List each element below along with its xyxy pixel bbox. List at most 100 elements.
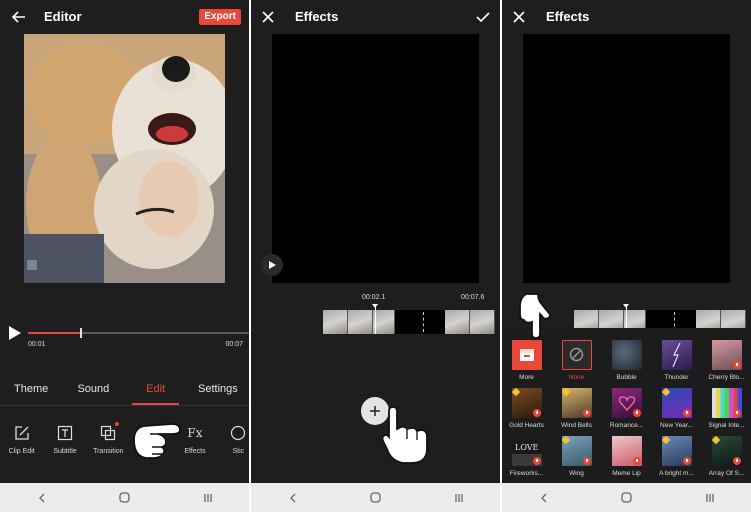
current-time: 00:01: [28, 341, 46, 348]
effect-label: Cherry Blo...: [708, 374, 745, 381]
nav-recents-icon[interactable]: [439, 483, 479, 512]
seek-slider[interactable]: [28, 328, 249, 338]
effect-thumbnail: [561, 388, 592, 418]
new-badge: [115, 422, 120, 426]
play-icon[interactable]: [261, 254, 283, 276]
playhead[interactable]: [375, 306, 376, 334]
effect-label: More: [519, 374, 534, 381]
effect-fireworks[interactable]: LOVE Fireworks...: [502, 436, 551, 484]
subtitle-button[interactable]: Subtitle: [43, 422, 86, 462]
clip-edit-label: Clip Edit: [8, 448, 35, 455]
nav-recents-icon[interactable]: [188, 483, 228, 512]
timeline-thumb: [373, 310, 395, 334]
tab-theme[interactable]: Theme: [0, 377, 62, 405]
effect-thunder[interactable]: Thunder: [652, 340, 701, 388]
premium-star-icon: [661, 388, 670, 397]
nav-back-icon[interactable]: [22, 483, 62, 512]
clip-edit-button[interactable]: Clip Edit: [0, 422, 43, 462]
effects-grid: More None Bubble Thunder Cherry Blo... G…: [502, 328, 751, 483]
effect-new-year[interactable]: New Year...: [652, 388, 701, 436]
tab-settings[interactable]: Settings: [187, 377, 249, 405]
system-nav-bar: [502, 483, 751, 512]
nav-home-icon[interactable]: [607, 483, 647, 512]
effects-header: Effects: [502, 0, 751, 34]
total-time: 00:07.6: [461, 294, 485, 301]
sticker-button[interactable]: Stic: [217, 422, 249, 462]
transition-icon: [97, 422, 120, 444]
pointing-hand-icon: [381, 406, 428, 464]
download-icon: [582, 457, 591, 465]
effect-label: Meme Lip: [612, 470, 641, 477]
close-icon[interactable]: [251, 0, 285, 34]
system-nav-bar: [0, 483, 249, 512]
play-icon[interactable]: [6, 324, 24, 342]
export-button[interactable]: Export: [199, 9, 241, 25]
seek-progress: [28, 332, 82, 334]
effect-signal-interference[interactable]: Signal Inte...: [702, 388, 751, 436]
effect-label: Romance...: [609, 422, 644, 429]
seek-handle[interactable]: [80, 328, 83, 338]
clip-timeline[interactable]: [323, 310, 500, 334]
pointing-hand-icon: [133, 423, 181, 459]
effect-wing[interactable]: Wing: [552, 436, 601, 484]
dog-plush-picture: [24, 34, 225, 283]
effect-more[interactable]: More: [502, 340, 551, 388]
effect-thumbnail: [561, 436, 592, 466]
effect-thumbnail: LOVE: [511, 436, 542, 466]
playhead-marker-icon: [623, 304, 629, 308]
effect-label: Gold Hearts: [509, 422, 544, 429]
nav-back-icon[interactable]: [524, 483, 564, 512]
pointing-hand-icon: [519, 293, 551, 339]
effect-thumbnail: [711, 340, 742, 370]
nav-back-icon[interactable]: [273, 483, 313, 512]
video-frame: [24, 34, 225, 283]
effect-thumbnail: [661, 340, 692, 370]
checkmark-icon[interactable]: [466, 0, 500, 34]
premium-star-icon: [711, 436, 720, 445]
video-preview[interactable]: [523, 34, 730, 283]
transition-button[interactable]: Transition: [87, 422, 130, 462]
clip-edit-icon: [11, 422, 33, 444]
effect-wind-bells[interactable]: Wind Bells: [552, 388, 601, 436]
effect-label: Array Of S...: [708, 470, 745, 477]
timeline-thumb: [348, 310, 373, 334]
editor-screen: Editor Export 00:01 00:07 Theme Sound Ed…: [0, 0, 249, 512]
effects-timeline-screen: Effects 00:02.1 00:07.6: [251, 0, 500, 512]
premium-star-icon: [561, 388, 570, 397]
effect-label: Thunder: [664, 374, 689, 381]
tab-edit[interactable]: Edit: [125, 377, 187, 405]
effect-thumbnail: [511, 388, 542, 418]
effect-thumbnail: [611, 340, 642, 370]
video-preview[interactable]: [0, 34, 249, 284]
nav-recents-icon[interactable]: [690, 483, 730, 512]
subtitle-icon: [54, 422, 76, 444]
effect-none[interactable]: None: [552, 340, 601, 388]
total-time: 00:07: [225, 341, 243, 348]
tab-sound[interactable]: Sound: [62, 377, 124, 405]
effect-gold-hearts[interactable]: Gold Hearts: [502, 388, 551, 436]
effect-thumbnail: [661, 436, 692, 466]
effect-thumbnail: [711, 436, 742, 466]
nav-home-icon[interactable]: [356, 483, 396, 512]
effect-meme-lip[interactable]: Meme Lip: [602, 436, 651, 484]
download-icon: [682, 457, 691, 465]
download-icon: [732, 457, 741, 465]
download-icon: [732, 409, 741, 417]
tab-divider: [0, 405, 249, 406]
effects-picker-screen: Effects More None Bubble Thunder Cherry …: [502, 0, 751, 512]
close-icon[interactable]: [502, 0, 536, 34]
video-preview[interactable]: [272, 34, 479, 283]
effect-cherry-blossom[interactable]: Cherry Blo...: [702, 340, 751, 388]
nav-home-icon[interactable]: [105, 483, 145, 512]
effect-a-bright-moon[interactable]: A bright m...: [652, 436, 701, 484]
effect-label: None: [568, 374, 585, 381]
effect-romance[interactable]: Romance...: [602, 388, 651, 436]
effect-bubble[interactable]: Bubble: [602, 340, 651, 388]
download-icon: [682, 409, 691, 417]
download-icon: [532, 409, 541, 417]
effect-array-of-stars[interactable]: Array Of S...: [702, 436, 751, 484]
effect-label: Wind Bells: [561, 422, 592, 429]
download-icon: [632, 409, 641, 417]
download-icon: [732, 361, 741, 369]
back-arrow-icon[interactable]: [2, 0, 36, 34]
